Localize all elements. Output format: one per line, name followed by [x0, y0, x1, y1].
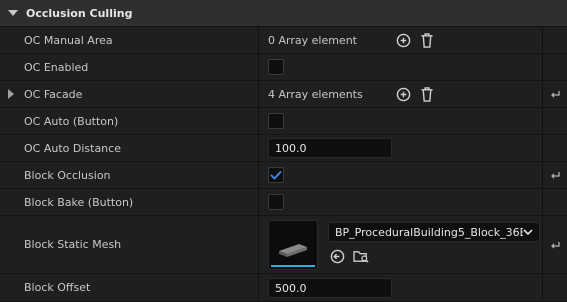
block-bake-checkbox[interactable]: [268, 194, 284, 210]
add-circle-icon[interactable]: [394, 85, 412, 103]
expand-arrow-icon[interactable]: [8, 89, 14, 99]
property-label: Block Offset: [24, 281, 91, 294]
browse-folder-icon[interactable]: [352, 247, 370, 265]
static-mesh-dropdown[interactable]: BP_ProceduralBuilding5_Block_36B4: [328, 222, 540, 242]
row-block-bake-button: Block Bake (Button): [0, 189, 567, 216]
block-occlusion-checkbox[interactable]: [268, 167, 284, 183]
oc-auto-distance-input[interactable]: 100.0: [268, 138, 392, 158]
property-label: Block Static Mesh: [24, 238, 122, 251]
reset-arrow-icon[interactable]: [549, 169, 561, 181]
reset-arrow-icon[interactable]: [549, 88, 561, 100]
chevron-down-icon: [523, 228, 533, 235]
property-label: OC Auto Distance: [24, 141, 121, 155]
row-block-static-mesh: Block Static Mesh BP_ProceduralBuilding5…: [0, 216, 567, 274]
collapse-arrow-icon[interactable]: [8, 10, 18, 16]
row-oc-auto-button: OC Auto (Button): [0, 108, 567, 135]
row-oc-auto-distance: OC Auto Distance 100.0: [0, 135, 567, 162]
array-count: 4 Array elements: [268, 87, 363, 101]
category-title: Occlusion Culling: [26, 6, 133, 20]
details-panel: Occlusion Culling OC Manual Area 0 Array…: [0, 0, 567, 302]
add-circle-icon[interactable]: [394, 31, 412, 49]
trash-icon[interactable]: [418, 31, 436, 49]
mesh-thumbnail[interactable]: [268, 220, 318, 270]
category-header-occlusion-culling[interactable]: Occlusion Culling: [0, 0, 567, 27]
checkmark-icon: [270, 170, 282, 180]
property-label: Block Occlusion: [24, 168, 111, 182]
oc-auto-checkbox[interactable]: [268, 113, 284, 129]
property-label: OC Facade: [24, 87, 83, 101]
property-label: OC Enabled: [24, 60, 89, 74]
reset-arrow-icon[interactable]: [549, 239, 561, 251]
row-block-occlusion: Block Occlusion: [0, 162, 567, 189]
asset-name: BP_ProceduralBuilding5_Block_36B4: [335, 225, 523, 239]
row-oc-manual-area: OC Manual Area 0 Array element: [0, 27, 567, 54]
row-oc-enabled: OC Enabled: [0, 54, 567, 81]
property-label: OC Auto (Button): [24, 114, 119, 128]
trash-icon[interactable]: [418, 85, 436, 103]
oc-enabled-checkbox[interactable]: [268, 59, 284, 75]
block-offset-input[interactable]: 500.0: [268, 277, 392, 298]
property-label: Block Bake (Button): [24, 195, 134, 209]
property-label: OC Manual Area: [24, 33, 113, 47]
use-selected-arrow-icon[interactable]: [328, 247, 346, 265]
row-block-offset: Block Offset 500.0: [0, 274, 567, 302]
row-oc-facade: OC Facade 4 Array elements: [0, 81, 567, 108]
array-count: 0 Array element: [268, 33, 357, 47]
